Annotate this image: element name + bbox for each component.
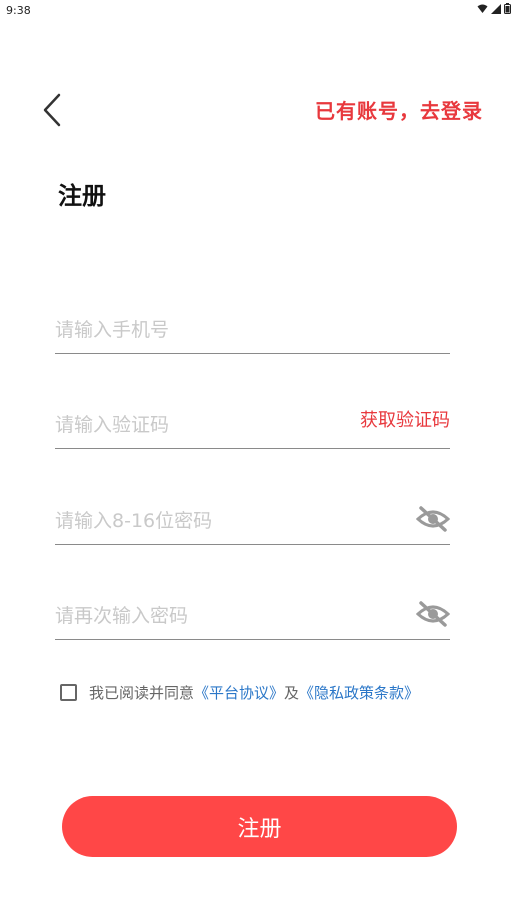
wifi-icon [477,4,488,13]
signal-icon [491,3,501,14]
login-link[interactable]: 已有账号，去登录 [315,95,483,124]
code-field: 获取验证码 [55,398,450,449]
agreement-checkbox[interactable] [60,683,77,701]
register-button[interactable]: 注册 [62,796,457,857]
agreement-connector: 及 [284,683,300,702]
privacy-policy-link[interactable]: 《隐私政策条款》 [299,682,419,703]
password-input[interactable] [55,510,375,532]
page-title: 注册 [58,182,106,210]
agreement-prefix: 我已阅读并同意 [89,683,195,702]
confirm-password-field [55,589,451,640]
back-button[interactable] [36,90,72,130]
eye-off-icon [415,601,451,627]
status-bar: 9:38 [0,0,519,24]
password-field [55,494,451,545]
get-code-button[interactable]: 获取验证码 [360,406,450,432]
code-input[interactable] [55,414,375,436]
toggle-password-visibility-button[interactable] [415,506,451,532]
chevron-left-icon [43,93,61,127]
phone-field [55,303,450,354]
toggle-confirm-visibility-button[interactable] [415,601,451,627]
agreement-row: 我已阅读并同意 《平台协议》 及 《隐私政策条款》 [60,680,419,704]
confirm-password-input[interactable] [55,605,375,627]
battery-icon [504,3,511,14]
phone-input[interactable] [55,319,375,341]
platform-agreement-link[interactable]: 《平台协议》 [194,682,284,703]
status-icons [477,3,511,14]
status-time: 9:38 [6,4,31,17]
eye-off-icon [415,506,451,532]
